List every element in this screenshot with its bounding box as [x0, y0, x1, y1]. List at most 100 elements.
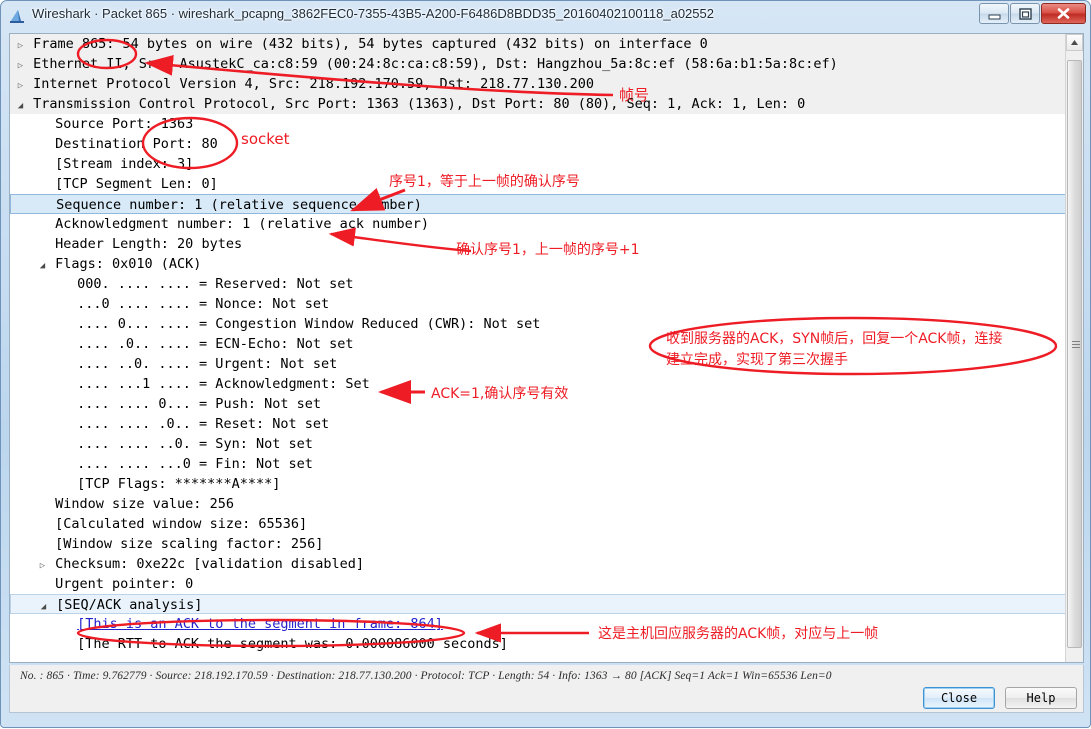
- tree-gap: [69, 416, 77, 432]
- packet-tree-label: [The RTT to ACK the segment was: 0.00008…: [77, 636, 508, 652]
- packet-tree-row[interactable]: [Calculated window size: 65536]: [10, 514, 1066, 534]
- packet-tree-label: .... .... 0... = Push: Not set: [77, 396, 321, 412]
- packet-tree-label: Sequence number: 1 (relative sequence nu…: [56, 197, 422, 213]
- tree-gap: [69, 636, 77, 652]
- tree-gap: [48, 197, 56, 213]
- packet-tree-row[interactable]: 000. .... .... = Reserved: Not set: [10, 274, 1066, 294]
- packet-tree-row[interactable]: .... .... .0.. = Reset: Not set: [10, 414, 1066, 434]
- packet-tree-row[interactable]: [TCP Flags: *******A****]: [10, 474, 1066, 494]
- tree-gap: [69, 376, 77, 392]
- packet-tree-label: Acknowledgment number: 1 (relative ack n…: [55, 216, 430, 232]
- tree-gap: [25, 96, 33, 112]
- packet-tree-label: [SEQ/ACK analysis]: [56, 597, 203, 613]
- packet-tree-label: Frame 865: 54 bytes on wire (432 bits), …: [33, 36, 708, 52]
- tree-expand-expanded-icon[interactable]: ◢: [38, 256, 47, 276]
- packet-tree-row[interactable]: [Window size scaling factor: 256]: [10, 534, 1066, 554]
- packet-tree-label: [Window size scaling factor: 256]: [55, 536, 324, 552]
- packet-tree-row[interactable]: Destination Port: 80: [10, 134, 1066, 154]
- annotation-socket-label: socket: [241, 130, 290, 148]
- packet-tree-row[interactable]: ...0 .... .... = Nonce: Not set: [10, 294, 1066, 314]
- tree-no-toggle-spacer: [38, 176, 47, 196]
- packet-tree-label: .... .0.. .... = ECN-Echo: Not set: [77, 336, 354, 352]
- tree-expand-collapsed-icon[interactable]: ▷: [16, 36, 25, 56]
- packet-tree-label: Source Port: 1363: [55, 116, 194, 132]
- packet-tree-row[interactable]: ▷ Ethernet II, Src: AsustekC_ca:c8:59 (0…: [10, 54, 1066, 74]
- tree-expand-collapsed-icon[interactable]: ▷: [16, 56, 25, 76]
- tree-gap: [48, 597, 56, 613]
- packet-tree-row[interactable]: .... ..0. .... = Urgent: Not set: [10, 354, 1066, 374]
- wireshark-shark-fin-icon: [10, 8, 26, 24]
- tree-gap: [47, 116, 55, 132]
- help-button[interactable]: Help: [1005, 687, 1077, 709]
- tree-gap: [69, 396, 77, 412]
- packet-tree-label: Checksum: 0xe22c [validation disabled]: [55, 556, 364, 572]
- tree-gap: [47, 256, 55, 272]
- packet-tree-row[interactable]: Window size value: 256: [10, 494, 1066, 514]
- tree-no-toggle-spacer: [60, 396, 69, 416]
- close-icon: [1057, 8, 1070, 19]
- annotation-frame-number-label: 帧号: [619, 86, 650, 104]
- packet-tree-label: 000. .... .... = Reserved: Not set: [77, 276, 354, 292]
- tree-expand-collapsed-icon[interactable]: ▷: [16, 76, 25, 96]
- packet-tree-row[interactable]: ◢ [SEQ/ACK analysis]: [10, 594, 1066, 614]
- tree-gap: [47, 496, 55, 512]
- annotation-bottom-note: 这是主机回应服务器的ACK帧，对应与上一帧: [598, 626, 879, 642]
- close-button[interactable]: Close: [923, 687, 995, 709]
- scrollbar-thumb[interactable]: [1067, 60, 1082, 648]
- packet-tree-label: [TCP Segment Len: 0]: [55, 176, 218, 192]
- annotation-ack-flag-note: ACK=1,确认序号有效: [431, 386, 569, 402]
- maximize-button[interactable]: [1010, 3, 1040, 24]
- tree-expand-collapsed-icon[interactable]: ▷: [38, 556, 47, 576]
- scrollbar-grip-icon: [1072, 341, 1080, 348]
- packet-detail-tree[interactable]: ▷ Frame 865: 54 bytes on wire (432 bits)…: [10, 34, 1066, 662]
- packet-tree-row[interactable]: ◢ Transmission Control Protocol, Src Por…: [10, 94, 1066, 114]
- tree-gap: [69, 436, 77, 452]
- minimize-button[interactable]: [979, 3, 1009, 24]
- tree-gap: [47, 516, 55, 532]
- tree-no-toggle-spacer: [60, 456, 69, 476]
- tree-no-toggle-spacer: [60, 296, 69, 316]
- tree-gap: [69, 336, 77, 352]
- titlebar: Wireshark · Packet 865 · wireshark_pcapn…: [1, 1, 1091, 31]
- tree-no-toggle-spacer: [60, 276, 69, 296]
- tree-gap: [69, 476, 77, 492]
- status-bar: No. : 865 · Time: 9.762779 · Source: 218…: [9, 665, 1084, 713]
- tree-gap: [69, 296, 77, 312]
- packet-tree-row[interactable]: Sequence number: 1 (relative sequence nu…: [10, 194, 1066, 214]
- tree-no-toggle-spacer: [60, 476, 69, 496]
- packet-tree-label: .... ...1 .... = Acknowledgment: Set: [77, 376, 370, 392]
- vertical-scrollbar[interactable]: [1065, 34, 1083, 662]
- packet-tree-row[interactable]: [This is an ACK to the segment in frame:…: [10, 614, 1066, 634]
- tree-no-toggle-spacer: [60, 636, 69, 656]
- packet-tree-row[interactable]: [The RTT to ACK the segment was: 0.00008…: [10, 634, 1066, 654]
- packet-tree-label: [TCP Flags: *******A****]: [77, 476, 281, 492]
- tree-no-toggle-spacer: [38, 576, 47, 596]
- tree-gap: [69, 616, 77, 632]
- tree-gap: [69, 276, 77, 292]
- packet-tree-label: [Stream index: 3]: [55, 156, 194, 172]
- packet-tree-row[interactable]: ▷ Internet Protocol Version 4, Src: 218.…: [10, 74, 1066, 94]
- tree-no-toggle-spacer: [38, 536, 47, 556]
- packet-tree-row[interactable]: .... .... ...0 = Fin: Not set: [10, 454, 1066, 474]
- annotation-sequence-note: 序号1，等于上一帧的确认序号: [389, 174, 580, 190]
- scroll-up-button[interactable]: [1066, 34, 1083, 51]
- packet-tree-row[interactable]: ▷ Frame 865: 54 bytes on wire (432 bits)…: [10, 34, 1066, 54]
- tree-gap: [25, 56, 33, 72]
- packet-tree-link[interactable]: [This is an ACK to the segment in frame:…: [77, 616, 443, 632]
- packet-tree-label: .... 0... .... = Congestion Window Reduc…: [77, 316, 541, 332]
- packet-tree-label: Urgent pointer: 0: [55, 576, 194, 592]
- packet-tree-row[interactable]: ▷ Checksum: 0xe22c [validation disabled]: [10, 554, 1066, 574]
- packet-tree-row[interactable]: Urgent pointer: 0: [10, 574, 1066, 594]
- packet-tree-label: Header Length: 20 bytes: [55, 236, 243, 252]
- tree-expand-expanded-icon[interactable]: ◢: [16, 96, 25, 116]
- packet-tree-label: .... .... ..0. = Syn: Not set: [77, 436, 313, 452]
- annotation-ack-number-note: 确认序号1，上一帧的序号+1: [456, 242, 640, 258]
- tree-gap: [47, 576, 55, 592]
- packet-tree-row[interactable]: .... .... ..0. = Syn: Not set: [10, 434, 1066, 454]
- packet-tree-label: ...0 .... .... = Nonce: Not set: [77, 296, 330, 312]
- tree-gap: [47, 156, 55, 172]
- packet-tree-row[interactable]: Acknowledgment number: 1 (relative ack n…: [10, 214, 1066, 234]
- close-window-button[interactable]: [1041, 3, 1086, 24]
- tree-gap: [47, 536, 55, 552]
- packet-tree-row[interactable]: Source Port: 1363: [10, 114, 1066, 134]
